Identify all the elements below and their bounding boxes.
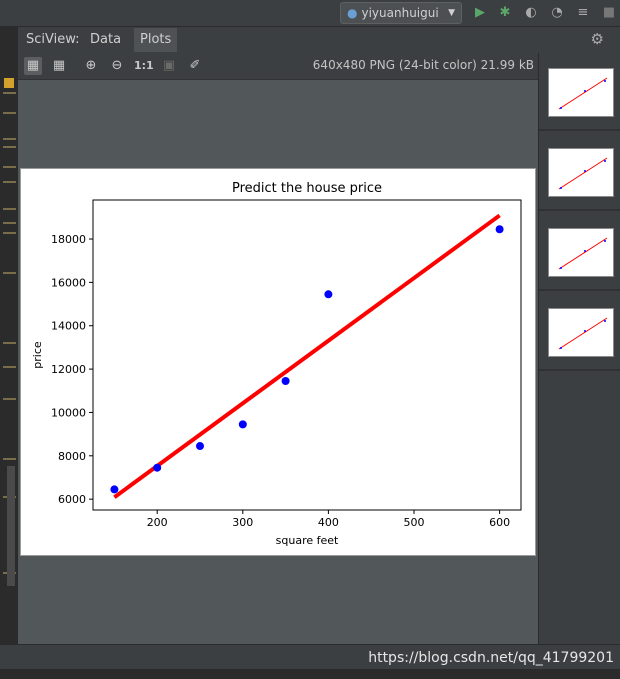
gutter-marker [3, 458, 16, 460]
chart-title: Predict the house price [232, 181, 382, 196]
plot-image: Predict the house price square feet pric… [20, 168, 536, 556]
gutter-marker [3, 342, 16, 344]
concurrency-icon[interactable]: ≡ [575, 5, 591, 21]
plots-thumbnail-panel [538, 53, 620, 644]
gutter-marker [3, 208, 16, 210]
data-point [238, 420, 247, 429]
data-point [281, 377, 290, 386]
gutter-marker [3, 92, 16, 94]
y-tick-label: 14000 [51, 320, 86, 333]
data-point [110, 485, 119, 494]
plot-thumbnail[interactable] [548, 68, 614, 117]
plot-viewer: Predict the house price square feet pric… [18, 80, 538, 644]
gutter-marker [3, 146, 16, 148]
stop-icon[interactable]: ■ [601, 5, 617, 21]
gutter-marker [3, 112, 16, 114]
image-toolbar: ▦ ▦ ⊕ ⊖ 1:1 ▣ ✐ 640x480 PNG (24-bit colo… [18, 53, 538, 80]
grid-icon[interactable]: ▦ [50, 57, 68, 75]
y-tick-label: 8000 [58, 450, 86, 463]
zoom-in-icon[interactable]: ⊕ [82, 57, 100, 75]
python-icon: ● [347, 6, 358, 20]
x-axis-label: square feet [276, 534, 339, 547]
data-point [196, 442, 204, 451]
image-info: 640x480 PNG (24-bit color) 21.99 kB [312, 58, 534, 72]
gutter-scrollbar[interactable] [7, 466, 15, 586]
zoom-out-icon[interactable]: ⊖ [108, 57, 126, 75]
actual-size-button[interactable]: 1:1 [134, 57, 154, 75]
gear-icon[interactable]: ⚙ [591, 30, 604, 48]
run-configuration-label: yiyuanhuigui [361, 6, 439, 20]
x-tick-label: 500 [404, 516, 425, 529]
run-icon[interactable]: ▶ [472, 5, 488, 21]
sciview-tab-bar: SciView: Data Plots ⚙ [18, 28, 620, 52]
fit-zoom-icon[interactable]: ▣ [160, 57, 178, 75]
tab-sciview-label: SciView: [26, 32, 80, 47]
color-picker-icon[interactable]: ✐ [186, 57, 204, 75]
y-tick-label: 12000 [51, 363, 86, 376]
left-gutter [0, 26, 18, 644]
x-tick-label: 400 [318, 516, 339, 529]
gutter-marker [3, 181, 16, 183]
warning-marker-icon [4, 78, 14, 88]
fit-line [113, 213, 501, 499]
coverage-icon[interactable]: ◐ [523, 5, 539, 21]
y-tick-label: 18000 [51, 233, 86, 246]
debug-icon[interactable]: ✱ [497, 5, 513, 21]
profile-icon[interactable]: ◔ [549, 5, 565, 21]
chessboard-icon[interactable]: ▦ [24, 57, 42, 75]
data-point [495, 225, 504, 234]
y-tick-label: 6000 [58, 493, 86, 506]
tab-plots[interactable]: Plots [134, 28, 178, 52]
tab-data[interactable]: Data [84, 28, 127, 52]
scatter-chart: Predict the house price square feet pric… [31, 181, 522, 547]
y-tick-label: 16000 [51, 276, 86, 289]
plot-thumbnail[interactable] [548, 308, 614, 357]
gutter-marker [3, 138, 16, 140]
x-tick-label: 600 [489, 516, 510, 529]
gutter-marker [3, 272, 16, 274]
y-axis-label: price [31, 341, 44, 369]
chevron-down-icon: ▼ [448, 8, 455, 18]
bottom-edge [0, 669, 620, 679]
y-tick-label: 10000 [51, 406, 86, 419]
ide-top-toolbar: ● yiyuanhuigui ▼ ▶ ✱ ◐ ◔ ≡ ■ [0, 0, 620, 27]
gutter-marker [3, 222, 16, 224]
x-tick-label: 200 [147, 516, 168, 529]
data-point [153, 463, 162, 472]
gutter-marker [3, 398, 16, 400]
plot-thumbnail[interactable] [548, 148, 614, 197]
data-point [324, 290, 333, 299]
gutter-marker [3, 232, 16, 234]
plot-thumbnail[interactable] [548, 228, 614, 277]
x-tick-label: 300 [232, 516, 253, 529]
gutter-marker [3, 166, 16, 168]
watermark-text: https://blog.csdn.net/qq_41799201 [368, 650, 614, 666]
gutter-marker [3, 366, 16, 368]
run-configuration-select[interactable]: ● yiyuanhuigui ▼ [340, 2, 462, 24]
